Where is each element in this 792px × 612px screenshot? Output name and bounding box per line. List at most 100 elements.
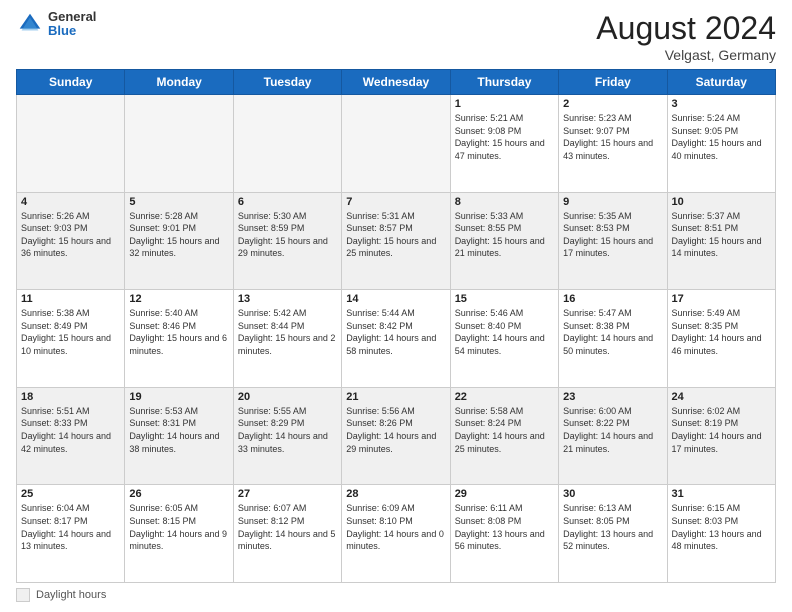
day-info: Sunrise: 6:15 AM Sunset: 8:03 PM Dayligh… <box>672 502 771 552</box>
day-number: 8 <box>455 196 554 208</box>
day-info: Sunrise: 5:26 AM Sunset: 9:03 PM Dayligh… <box>21 210 120 260</box>
calendar-day-header: Friday <box>559 70 667 95</box>
logo-icon <box>16 10 44 38</box>
day-info: Sunrise: 5:33 AM Sunset: 8:55 PM Dayligh… <box>455 210 554 260</box>
calendar-day-header: Sunday <box>17 70 125 95</box>
title-location: Velgast, Germany <box>596 47 776 63</box>
day-number: 11 <box>21 293 120 305</box>
day-info: Sunrise: 5:24 AM Sunset: 9:05 PM Dayligh… <box>672 112 771 162</box>
calendar-cell: 12 Sunrise: 5:40 AM Sunset: 8:46 PM Dayli… <box>125 290 233 388</box>
logo-general: General <box>48 10 96 24</box>
day-info: Sunrise: 5:51 AM Sunset: 8:33 PM Dayligh… <box>21 405 120 455</box>
calendar-week-row: 25 Sunrise: 6:04 AM Sunset: 8:17 PM Dayli… <box>17 485 776 583</box>
title-month: August 2024 <box>596 10 776 47</box>
calendar-day-header: Thursday <box>450 70 558 95</box>
day-info: Sunrise: 6:13 AM Sunset: 8:05 PM Dayligh… <box>563 502 662 552</box>
calendar-cell: 26 Sunrise: 6:05 AM Sunset: 8:15 PM Dayli… <box>125 485 233 583</box>
calendar-cell <box>125 95 233 193</box>
calendar-day-header: Wednesday <box>342 70 450 95</box>
day-number: 31 <box>672 488 771 500</box>
day-info: Sunrise: 5:42 AM Sunset: 8:44 PM Dayligh… <box>238 307 337 357</box>
day-info: Sunrise: 5:53 AM Sunset: 8:31 PM Dayligh… <box>129 405 228 455</box>
calendar-cell: 24Sunrise: 6:02 AM Sunset: 8:19 PM Dayli… <box>667 387 775 485</box>
day-info: Sunrise: 5:46 AM Sunset: 8:40 PM Dayligh… <box>455 307 554 357</box>
calendar-week-row: 11 Sunrise: 5:38 AM Sunset: 8:49 PM Dayli… <box>17 290 776 388</box>
day-info: Sunrise: 5:55 AM Sunset: 8:29 PM Dayligh… <box>238 405 337 455</box>
day-info: Sunrise: 5:56 AM Sunset: 8:26 PM Dayligh… <box>346 405 445 455</box>
day-info: Sunrise: 5:44 AM Sunset: 8:42 PM Dayligh… <box>346 307 445 357</box>
day-number: 7 <box>346 196 445 208</box>
day-number: 25 <box>21 488 120 500</box>
day-number: 16 <box>563 293 662 305</box>
calendar-cell: 23Sunrise: 6:00 AM Sunset: 8:22 PM Dayli… <box>559 387 667 485</box>
calendar-cell <box>233 95 341 193</box>
day-info: Sunrise: 5:23 AM Sunset: 9:07 PM Dayligh… <box>563 112 662 162</box>
calendar-cell <box>342 95 450 193</box>
day-number: 29 <box>455 488 554 500</box>
day-number: 26 <box>129 488 228 500</box>
day-info: Sunrise: 6:04 AM Sunset: 8:17 PM Dayligh… <box>21 502 120 552</box>
day-number: 20 <box>238 391 337 403</box>
calendar-cell: 15Sunrise: 5:46 AM Sunset: 8:40 PM Dayli… <box>450 290 558 388</box>
calendar-week-row: 1Sunrise: 5:21 AM Sunset: 9:08 PM Daylig… <box>17 95 776 193</box>
logo-blue: Blue <box>48 24 96 38</box>
header: General Blue August 2024 Velgast, German… <box>16 10 776 63</box>
calendar-cell: 5Sunrise: 5:28 AM Sunset: 9:01 PM Daylig… <box>125 192 233 290</box>
day-info: Sunrise: 6:09 AM Sunset: 8:10 PM Dayligh… <box>346 502 445 552</box>
day-number: 12 <box>129 293 228 305</box>
day-info: Sunrise: 6:00 AM Sunset: 8:22 PM Dayligh… <box>563 405 662 455</box>
day-info: Sunrise: 6:05 AM Sunset: 8:15 PM Dayligh… <box>129 502 228 552</box>
day-info: Sunrise: 5:31 AM Sunset: 8:57 PM Dayligh… <box>346 210 445 260</box>
day-info: Sunrise: 5:47 AM Sunset: 8:38 PM Dayligh… <box>563 307 662 357</box>
calendar-cell: 6Sunrise: 5:30 AM Sunset: 8:59 PM Daylig… <box>233 192 341 290</box>
calendar-cell: 19 Sunrise: 5:53 AM Sunset: 8:31 PM Dayli… <box>125 387 233 485</box>
day-info: Sunrise: 5:38 AM Sunset: 8:49 PM Dayligh… <box>21 307 120 357</box>
calendar-cell: 4 Sunrise: 5:26 AM Sunset: 9:03 PM Daylig… <box>17 192 125 290</box>
calendar-cell: 9 Sunrise: 5:35 AM Sunset: 8:53 PM Daylig… <box>559 192 667 290</box>
day-info: Sunrise: 6:02 AM Sunset: 8:19 PM Dayligh… <box>672 405 771 455</box>
day-number: 13 <box>238 293 337 305</box>
calendar-cell: 8 Sunrise: 5:33 AM Sunset: 8:55 PM Daylig… <box>450 192 558 290</box>
calendar-week-row: 4 Sunrise: 5:26 AM Sunset: 9:03 PM Daylig… <box>17 192 776 290</box>
day-info: Sunrise: 5:37 AM Sunset: 8:51 PM Dayligh… <box>672 210 771 260</box>
footer-label: Daylight hours <box>36 589 106 601</box>
calendar-cell: 30 Sunrise: 6:13 AM Sunset: 8:05 PM Dayli… <box>559 485 667 583</box>
calendar-cell: 14Sunrise: 5:44 AM Sunset: 8:42 PM Dayli… <box>342 290 450 388</box>
day-number: 21 <box>346 391 445 403</box>
day-number: 22 <box>455 391 554 403</box>
day-info: Sunrise: 5:30 AM Sunset: 8:59 PM Dayligh… <box>238 210 337 260</box>
day-number: 19 <box>129 391 228 403</box>
day-info: Sunrise: 5:28 AM Sunset: 9:01 PM Dayligh… <box>129 210 228 260</box>
day-number: 2 <box>563 98 662 110</box>
calendar-cell: 13 Sunrise: 5:42 AM Sunset: 8:44 PM Dayli… <box>233 290 341 388</box>
day-info: Sunrise: 5:35 AM Sunset: 8:53 PM Dayligh… <box>563 210 662 260</box>
logo-text: General Blue <box>48 10 96 39</box>
calendar-cell: 2 Sunrise: 5:23 AM Sunset: 9:07 PM Daylig… <box>559 95 667 193</box>
calendar-week-row: 18Sunrise: 5:51 AM Sunset: 8:33 PM Dayli… <box>17 387 776 485</box>
page: General Blue August 2024 Velgast, German… <box>0 0 792 612</box>
calendar-cell: 7 Sunrise: 5:31 AM Sunset: 8:57 PM Daylig… <box>342 192 450 290</box>
day-number: 17 <box>672 293 771 305</box>
day-number: 9 <box>563 196 662 208</box>
calendar-cell: 25 Sunrise: 6:04 AM Sunset: 8:17 PM Dayli… <box>17 485 125 583</box>
day-number: 28 <box>346 488 445 500</box>
calendar-cell: 18Sunrise: 5:51 AM Sunset: 8:33 PM Dayli… <box>17 387 125 485</box>
day-info: Sunrise: 5:40 AM Sunset: 8:46 PM Dayligh… <box>129 307 228 357</box>
title-block: August 2024 Velgast, Germany <box>596 10 776 63</box>
day-number: 27 <box>238 488 337 500</box>
day-number: 10 <box>672 196 771 208</box>
calendar-cell: 29 Sunrise: 6:11 AM Sunset: 8:08 PM Dayli… <box>450 485 558 583</box>
day-number: 30 <box>563 488 662 500</box>
day-number: 4 <box>21 196 120 208</box>
calendar-cell: 17Sunrise: 5:49 AM Sunset: 8:35 PM Dayli… <box>667 290 775 388</box>
calendar-cell: 11 Sunrise: 5:38 AM Sunset: 8:49 PM Dayli… <box>17 290 125 388</box>
calendar-day-header: Saturday <box>667 70 775 95</box>
logo: General Blue <box>16 10 96 39</box>
day-info: Sunrise: 6:07 AM Sunset: 8:12 PM Dayligh… <box>238 502 337 552</box>
calendar-cell: 31 Sunrise: 6:15 AM Sunset: 8:03 PM Dayli… <box>667 485 775 583</box>
day-number: 3 <box>672 98 771 110</box>
shaded-box <box>16 588 30 602</box>
calendar-cell <box>17 95 125 193</box>
calendar-cell: 1Sunrise: 5:21 AM Sunset: 9:08 PM Daylig… <box>450 95 558 193</box>
day-info: Sunrise: 6:11 AM Sunset: 8:08 PM Dayligh… <box>455 502 554 552</box>
